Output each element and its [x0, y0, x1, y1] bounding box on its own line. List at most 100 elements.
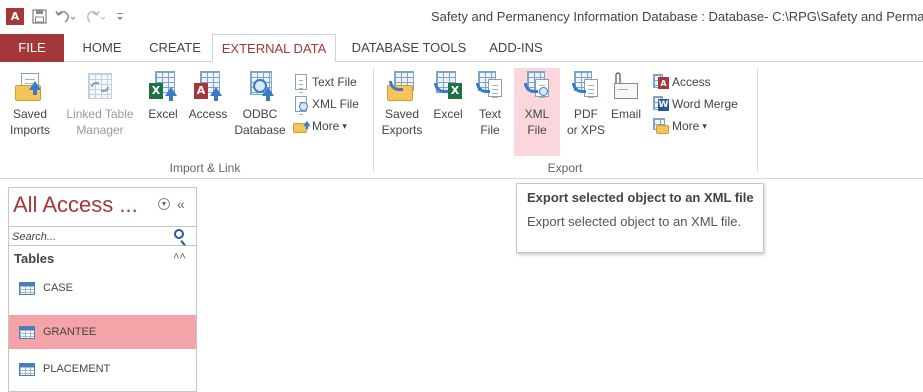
export-text-label-2: File	[480, 123, 500, 137]
xml-export-tooltip: Export selected object to an XML file Ex…	[516, 183, 764, 253]
nav-pane-menu-icon[interactable]: ▼	[158, 198, 170, 210]
import-more-label: More	[312, 119, 340, 133]
nav-item-placement[interactable]: PLACEMENT	[9, 352, 196, 386]
linked-table-manager-icon	[84, 71, 116, 103]
redo-icon[interactable]	[85, 9, 107, 24]
import-text-file-button[interactable]: Text File	[293, 72, 357, 92]
export-more-button[interactable]: More ▾	[653, 116, 707, 136]
save-icon[interactable]	[32, 9, 47, 24]
group-separator	[757, 68, 758, 172]
more-import-icon	[293, 118, 311, 134]
saved-imports-label-1: Saved	[12, 107, 48, 121]
export-excel-button[interactable]: X Excel	[430, 68, 466, 122]
tooltip-body: Export selected object to an XML file.	[527, 214, 742, 229]
nav-pane-title[interactable]: All Access ...	[13, 192, 138, 218]
odbc-label-2: Database	[234, 123, 286, 137]
more-export-icon	[653, 118, 669, 134]
customize-qat-icon[interactable]	[115, 9, 125, 24]
import-xml-file-label: XML File	[312, 97, 359, 111]
access-export-icon: A	[653, 74, 669, 90]
import-xml-file-button[interactable]: XML File	[293, 94, 359, 114]
export-excel-label: Excel	[433, 107, 463, 121]
export-pdf-xps-button[interactable]: PDF or XPS	[562, 68, 610, 138]
import-excel-button[interactable]: X Excel	[144, 68, 182, 122]
search-icon[interactable]	[174, 229, 184, 239]
collapse-section-icon[interactable]: ˄˄	[173, 251, 186, 263]
saved-exports-label-1: Saved	[384, 107, 420, 121]
tab-database-tools[interactable]: DATABASE TOOLS	[344, 34, 474, 62]
excel-export-icon: X	[432, 71, 464, 103]
import-more-dropdown-icon: ▾	[342, 120, 347, 131]
tooltip-title: Export selected object to an XML file	[527, 190, 754, 205]
export-xml-file-button[interactable]: XML File	[514, 68, 560, 156]
word-merge-button[interactable]: W Word Merge	[653, 94, 738, 114]
saved-imports-button[interactable]: Saved Imports	[4, 68, 56, 138]
nav-search-box	[9, 226, 196, 246]
saved-imports-label-2: Imports	[9, 123, 50, 137]
title-bar: A Safety and Permanency Information Data…	[0, 0, 923, 34]
tab-home[interactable]: HOME	[72, 34, 132, 62]
export-pdf-label-2: or XPS	[566, 123, 605, 137]
import-access-button[interactable]: A Access	[186, 68, 230, 122]
ribbon: Saved Imports Linked Table Manager X Exc…	[0, 62, 923, 179]
odbc-database-button[interactable]: ODBC Database	[232, 68, 288, 138]
word-merge-label: Word Merge	[672, 97, 738, 111]
xml-file-icon	[293, 96, 309, 112]
import-access-label: Access	[188, 107, 228, 121]
saved-exports-icon	[386, 71, 418, 103]
email-icon	[610, 71, 642, 103]
export-access-label: Access	[672, 75, 711, 89]
linked-table-manager-label-1: Linked Table	[66, 107, 134, 121]
import-link-group-label: Import & Link	[169, 161, 241, 175]
saved-exports-label-2: Exports	[381, 123, 423, 137]
table-icon	[19, 325, 35, 339]
nav-section-tables[interactable]: Tables ˄˄	[9, 248, 196, 270]
nav-search-input[interactable]	[12, 229, 170, 244]
email-label: Email	[610, 107, 641, 121]
nav-section-label: Tables	[14, 251, 55, 266]
import-text-file-label: Text File	[312, 75, 357, 89]
quick-access-toolbar: A	[6, 8, 125, 25]
undo-icon[interactable]	[55, 9, 77, 24]
nav-item-label: CASE	[43, 282, 73, 294]
export-access-button[interactable]: A Access	[653, 72, 711, 92]
ribbon-tab-bar: FILE HOME CREATE EXTERNAL DATA DATABASE …	[0, 34, 923, 63]
xml-export-icon	[521, 71, 553, 103]
linked-table-manager-label-2: Manager	[76, 123, 124, 137]
nav-item-label: GRANTEE	[43, 326, 97, 338]
saved-exports-button[interactable]: Saved Exports	[378, 68, 426, 138]
shutter-bar-collapse-icon[interactable]: «	[177, 196, 185, 212]
tab-external-data[interactable]: EXTERNAL DATA	[212, 34, 336, 63]
saved-imports-icon	[14, 71, 46, 103]
nav-item-label: PLACEMENT	[43, 363, 111, 375]
word-merge-icon: W	[653, 96, 669, 112]
odbc-label-1: ODBC	[242, 107, 278, 121]
table-icon	[19, 362, 35, 376]
access-app-icon[interactable]: A	[6, 8, 24, 25]
tab-add-ins[interactable]: ADD-INS	[478, 34, 554, 62]
odbc-database-icon	[244, 71, 276, 103]
table-icon	[19, 281, 35, 295]
import-excel-label: Excel	[148, 107, 178, 121]
group-separator	[373, 68, 374, 172]
email-button[interactable]: Email	[606, 68, 646, 122]
text-file-icon	[293, 74, 309, 90]
tab-file[interactable]: FILE	[0, 34, 64, 62]
window-title: Safety and Permanency Information Databa…	[431, 9, 923, 24]
access-import-icon: A	[192, 71, 224, 103]
export-xml-label-2: File	[527, 123, 547, 137]
navigation-pane: All Access ... ▼ « Tables ˄˄ CASE GRANTE…	[8, 187, 197, 392]
export-text-label-1: Text	[478, 107, 501, 121]
export-xml-label-1: XML	[524, 107, 550, 121]
nav-item-grantee[interactable]: GRANTEE	[9, 315, 196, 349]
export-group-label: Export	[547, 161, 583, 175]
export-more-dropdown-icon: ▾	[702, 120, 707, 131]
nav-item-case[interactable]: CASE	[9, 271, 196, 305]
export-text-file-button[interactable]: Text File	[470, 68, 510, 138]
text-export-icon	[474, 71, 506, 103]
linked-table-manager-button[interactable]: Linked Table Manager	[58, 68, 142, 138]
tab-create[interactable]: CREATE	[140, 34, 210, 62]
export-more-label: More	[672, 119, 700, 133]
pdf-xps-export-icon	[570, 71, 602, 103]
import-more-button[interactable]: More ▾	[293, 116, 347, 136]
